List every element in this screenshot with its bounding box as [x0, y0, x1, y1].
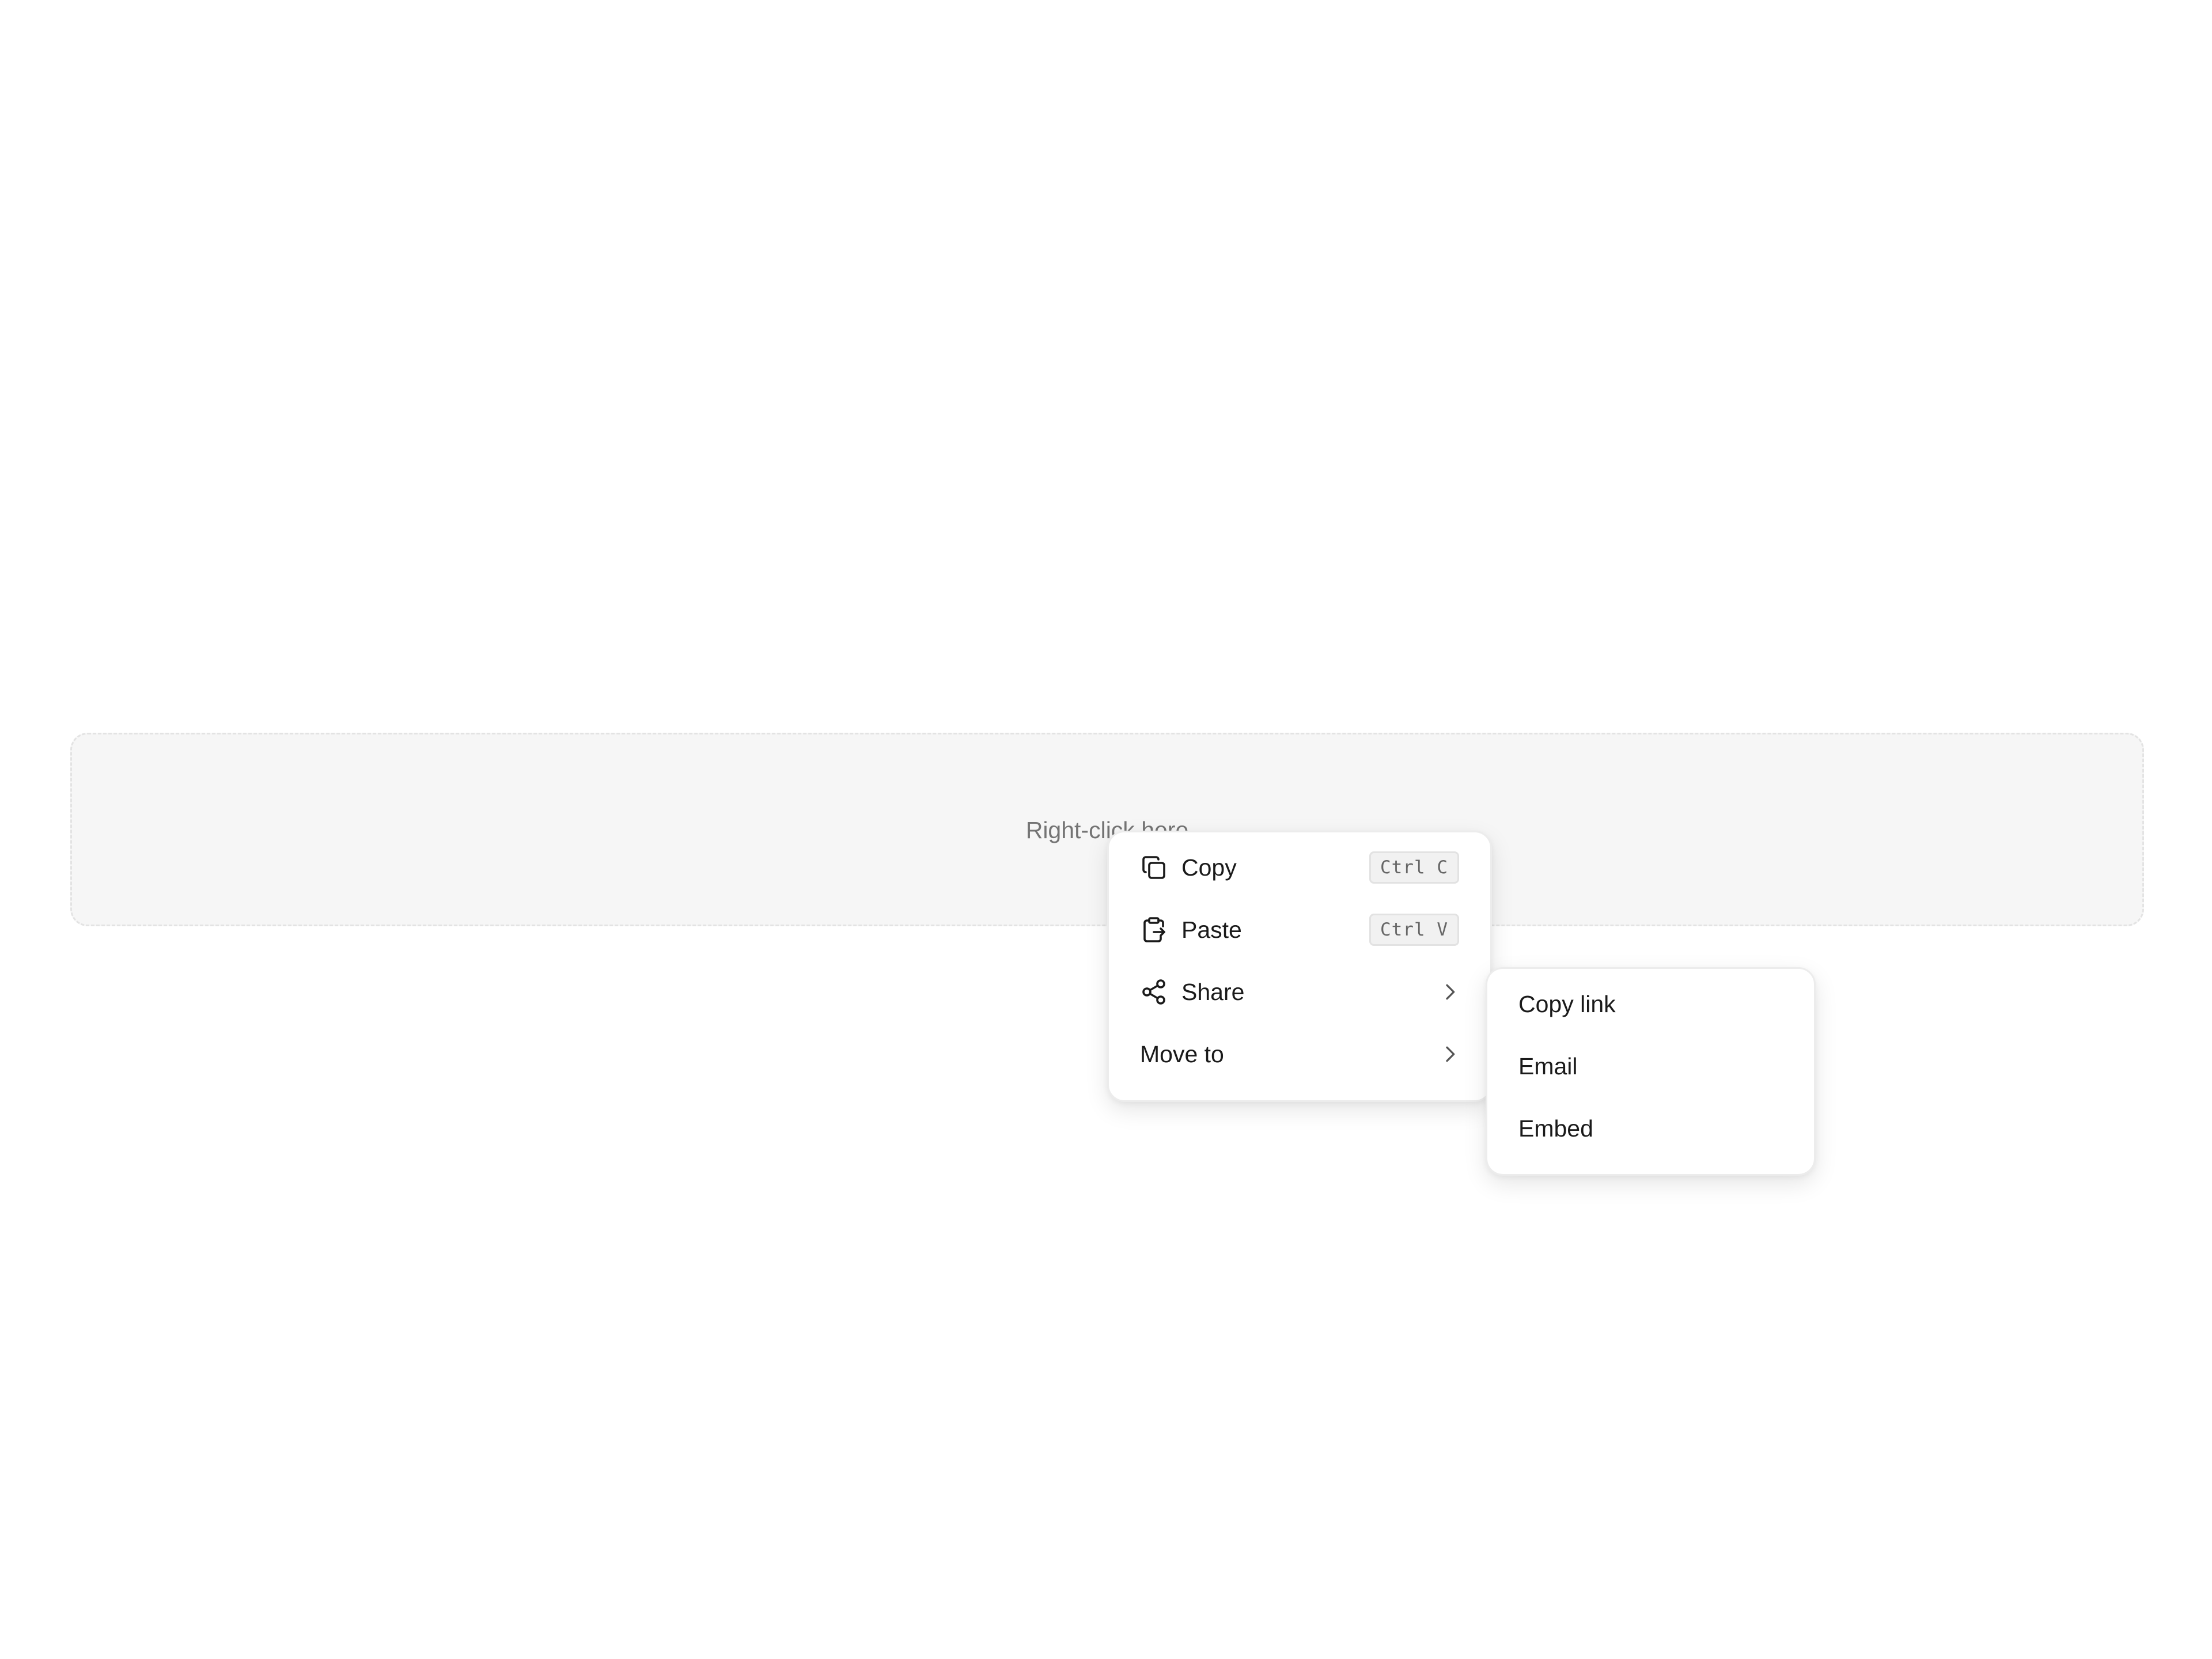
menu-item-label: Paste — [1181, 916, 1242, 943]
submenu-item-label: Embed — [1518, 1115, 1593, 1142]
submenu-item-email[interactable]: Email — [1487, 1035, 1814, 1097]
menu-item-label: Copy — [1181, 854, 1237, 881]
chevron-right-icon — [1438, 1043, 1461, 1066]
paste-icon — [1140, 916, 1168, 944]
submenu-item-label: Email — [1518, 1052, 1578, 1080]
share-icon — [1140, 978, 1168, 1006]
submenu-item-copy-link[interactable]: Copy link — [1487, 973, 1814, 1035]
menu-item-share[interactable]: Share — [1109, 961, 1490, 1023]
right-click-hint: Right-click here — [1025, 817, 1189, 843]
copy-shortcut: Ctrl C — [1369, 851, 1459, 884]
paste-shortcut: Ctrl V — [1369, 914, 1459, 946]
menu-item-copy[interactable]: Copy Ctrl C — [1109, 836, 1490, 899]
page: Right-click here Copy Ctrl C Paste Ctrl … — [0, 0, 2212, 1659]
context-menu: Copy Ctrl C Paste Ctrl V Share Move to — [1107, 831, 1492, 1102]
menu-item-move-to[interactable]: Move to — [1109, 1023, 1490, 1085]
share-submenu: Copy link Email Embed — [1486, 967, 1816, 1176]
copy-icon — [1140, 854, 1168, 881]
menu-item-paste[interactable]: Paste Ctrl V — [1109, 899, 1490, 961]
chevron-right-icon — [1438, 980, 1461, 1003]
submenu-item-embed[interactable]: Embed — [1487, 1097, 1814, 1160]
menu-item-label: Move to — [1140, 1040, 1224, 1067]
submenu-item-label: Copy link — [1518, 990, 1616, 1017]
menu-item-label: Share — [1181, 978, 1245, 1005]
